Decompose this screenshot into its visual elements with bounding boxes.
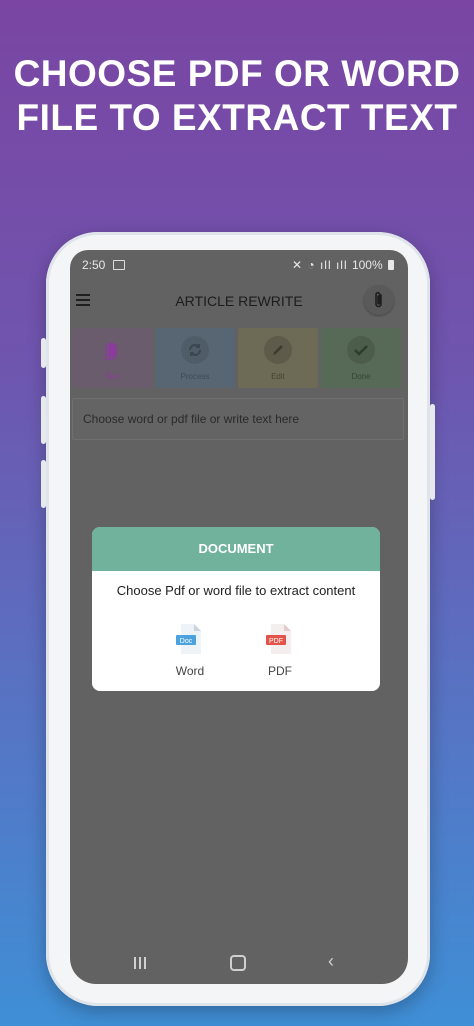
attach-file-button[interactable] (364, 285, 394, 315)
app-bar: ARTICLE REWRITE (70, 278, 408, 324)
system-nav-bar: ‹ (70, 944, 408, 984)
document-icon (98, 336, 126, 364)
battery-percent: 100% (351, 258, 383, 272)
check-icon (347, 336, 375, 364)
headline-line-1: CHOOSE PDF OR WORD (13, 53, 461, 94)
word-option-button[interactable]: Doc Word (160, 623, 220, 678)
refresh-icon (181, 336, 209, 364)
word-option-label: Word (175, 664, 205, 678)
promo-headline: CHOOSE PDF OR WORD FILE TO EXTRACT TEXT (0, 52, 474, 140)
step-label-text: Text (104, 372, 120, 381)
gallery-notification-icon (113, 260, 125, 270)
pdf-option-label: PDF (268, 664, 292, 678)
headline-line-2: FILE TO EXTRACT TEXT (16, 97, 458, 138)
step-edit[interactable]: Edit (238, 328, 318, 388)
step-label-process: Process (180, 372, 210, 381)
status-time: 2:50 (82, 258, 106, 272)
back-icon[interactable]: ‹ (328, 951, 334, 972)
battery-icon (388, 260, 394, 270)
text-input[interactable]: Choose word or pdf file or write text he… (72, 398, 404, 440)
phone-side-button (41, 460, 46, 508)
recent-apps-icon[interactable] (134, 956, 149, 974)
phone-power-button (430, 404, 435, 500)
step-label-edit: Edit (271, 372, 285, 381)
step-process[interactable]: Process (155, 328, 235, 388)
app-title: ARTICLE REWRITE (175, 293, 303, 309)
phone-side-button (41, 338, 46, 368)
dialog-message: Choose Pdf or word file to extract conte… (116, 583, 356, 598)
pdf-badge: PDF (269, 638, 283, 645)
text-input-placeholder: Choose word or pdf file or write text he… (83, 412, 300, 426)
status-right: ✕ ◔ ıll ıll 100% (292, 258, 394, 272)
pdf-option-button[interactable]: PDF PDF (250, 623, 310, 678)
phone-screen: 2:50 ✕ ◔ ıll ıll 100% ARTICLE REWRITE Te… (70, 250, 408, 984)
phone-side-button (41, 396, 46, 444)
signal-icons: ✕ ◔ ıll ıll (291, 258, 352, 272)
step-done[interactable]: Done (321, 328, 401, 388)
word-file-icon: Doc (176, 624, 201, 654)
status-bar: 2:50 ✕ ◔ ıll ıll 100% (70, 250, 408, 278)
dialog-header: DOCUMENT (92, 527, 380, 571)
home-icon[interactable] (230, 955, 246, 971)
step-text[interactable]: Text (72, 328, 152, 388)
word-badge: Doc (180, 638, 193, 645)
pdf-file-icon: PDF (266, 624, 291, 654)
pencil-icon (264, 336, 292, 364)
paperclip-icon (375, 291, 382, 308)
step-label-done: Done (351, 372, 371, 381)
process-steps: Text Process Edit Done (72, 328, 404, 388)
document-dialog: DOCUMENT Choose Pdf or word file to extr… (92, 527, 380, 691)
